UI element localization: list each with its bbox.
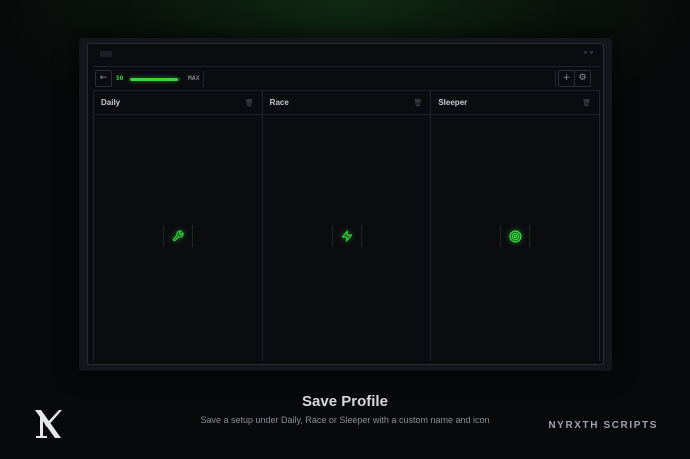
profile-icon-slot[interactable]	[331, 225, 362, 247]
profile-header: Sleeper 🗑	[431, 91, 600, 115]
back-button[interactable]: ←	[95, 70, 112, 87]
caption-title: Save Profile	[302, 393, 388, 410]
profile-name: Sleeper	[438, 98, 468, 107]
title-badge	[100, 51, 112, 57]
profile-column-sleeper[interactable]: Sleeper 🗑	[430, 91, 601, 361]
brand-logo	[35, 410, 62, 438]
wrench-icon	[172, 230, 184, 242]
power-slider-fill	[130, 78, 179, 81]
toolbar-divider	[555, 71, 556, 87]
profile-icon-slot[interactable]	[500, 225, 531, 247]
profile-name: Daily	[101, 98, 121, 107]
window-controls[interactable]	[584, 51, 593, 54]
profile-name: Race	[269, 98, 289, 107]
toolbar-divider	[203, 71, 204, 87]
title-bar	[88, 44, 603, 63]
add-button[interactable]: +	[558, 70, 575, 87]
profile-header: Daily 🗑	[94, 91, 262, 115]
toolbar: ← 50 MAX + ⚙	[93, 66, 600, 91]
profile-column-race[interactable]: Race 🗑	[261, 91, 431, 361]
power-value: 50	[116, 75, 124, 82]
profile-header: Race 🗑	[262, 91, 431, 115]
arrow-left-icon: ←	[99, 73, 108, 83]
slider-max-label: MAX	[188, 75, 200, 82]
gear-icon: ⚙	[578, 73, 587, 83]
lightning-bolt-icon	[341, 230, 352, 242]
profile-panel: ← 50 MAX + ⚙ Daily 🗑 Race 🗑 Sleeper 🗑	[87, 43, 604, 365]
settings-button[interactable]: ⚙	[574, 70, 591, 87]
trash-icon[interactable]: 🗑	[413, 99, 422, 107]
brand-name: NYRXTH SCRIPTS	[548, 420, 658, 431]
app-window: ← 50 MAX + ⚙ Daily 🗑 Race 🗑 Sleeper 🗑	[79, 38, 612, 371]
plus-icon: +	[562, 73, 571, 83]
target-icon	[509, 229, 522, 243]
trash-icon[interactable]: 🗑	[245, 99, 254, 107]
trash-icon[interactable]: 🗑	[582, 99, 591, 107]
profile-column-daily[interactable]: Daily 🗑	[93, 91, 262, 361]
profile-icon-slot[interactable]	[162, 225, 193, 247]
power-slider[interactable]	[130, 78, 181, 81]
profile-columns: Daily 🗑 Race 🗑 Sleeper 🗑	[93, 91, 601, 361]
